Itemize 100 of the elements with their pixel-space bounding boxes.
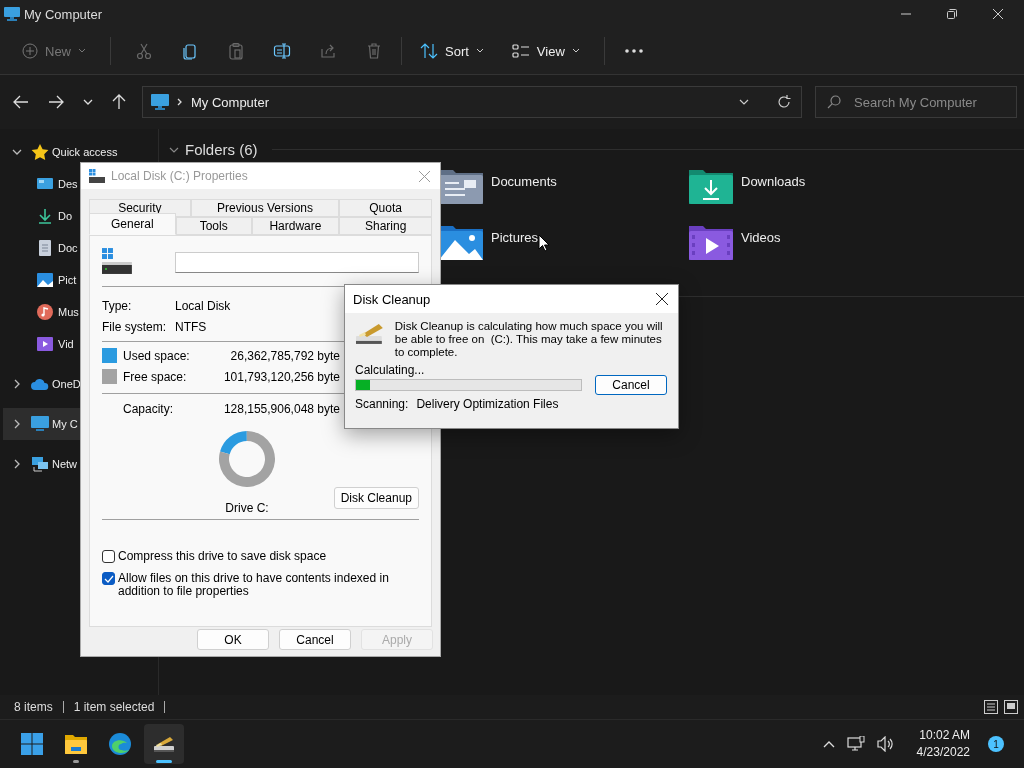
chevron-down-icon[interactable] [739,99,749,105]
sidebar-item[interactable]: Quick access [52,146,118,158]
name-field[interactable] [174,251,419,273]
field-label: File system: [102,319,167,334]
tab[interactable]: Previous Versions [190,199,340,217]
search-icon [827,95,841,109]
folder-icon[interactable] [689,224,733,260]
desktop-icon [37,176,53,192]
checkbox-label[interactable]: Compress this drive to save disk space [118,550,327,563]
tab[interactable]: Hardware [251,217,340,235]
folder-name[interactable]: Documents [491,174,557,189]
sidebar-item[interactable]: Des [58,178,78,190]
close-icon[interactable] [656,293,668,305]
share-icon [319,42,337,60]
drive-icon [89,169,105,183]
scanning-label: Scanning: [355,397,409,411]
clock-time[interactable]: 10:02 AM [919,727,970,744]
checkbox[interactable] [102,572,115,585]
cancel-button[interactable]: Cancel [595,375,667,395]
folder-icon[interactable] [439,224,483,260]
chevron-right-icon[interactable] [12,379,22,389]
back-icon[interactable] [13,95,29,109]
picture-icon [37,272,53,288]
monitor-icon [31,416,49,432]
chevron-up-icon[interactable] [822,740,835,748]
field-value: 128,155,906,048 byte [223,401,340,416]
chevron-right-icon [177,98,183,106]
forward-icon[interactable] [48,95,64,109]
folder-icon[interactable] [689,168,733,204]
collapse-icon[interactable] [169,146,179,153]
folder-icon[interactable] [439,168,483,204]
dialog-title: Disk Cleanup [353,291,431,307]
clipboard-icon [227,42,245,60]
drive-icon [102,248,132,276]
field-label: Used space: [123,348,191,363]
monitor-icon [4,7,20,21]
sidebar-item[interactable]: Pict [58,274,77,286]
field-value: 101,793,120,256 byte [223,369,340,384]
sidebar-item[interactable]: Mus [58,306,79,318]
tab[interactable]: General [89,213,176,235]
sidebar-item[interactable]: Netw [52,458,78,470]
sidebar-item[interactable]: Vid [58,338,74,350]
chevron-down-icon[interactable] [12,147,22,157]
document-icon [37,240,53,256]
sort-icon [420,43,438,59]
sort-button[interactable]: Sort [412,37,492,65]
field-label: Capacity: [123,401,175,416]
ok-button[interactable]: OK [197,629,269,650]
checkbox[interactable] [102,550,115,563]
folder-icon [64,732,88,756]
volume-icon[interactable] [876,736,895,752]
tab[interactable]: Quota [339,199,432,217]
caret-icon [571,48,580,54]
sidebar-item[interactable]: Do [58,210,73,222]
disk-cleanup-button[interactable] [144,724,184,764]
chevron-right-icon[interactable] [12,419,22,429]
view-icon [511,44,530,58]
more-icon[interactable] [624,49,643,53]
tiles-view-icon[interactable] [1004,700,1018,714]
folder-name[interactable]: Videos [741,230,781,245]
music-icon [37,304,53,320]
browser-icon [108,732,132,756]
scanning-item: Delivery Optimization Files [416,397,559,411]
sidebar-item[interactable]: Doc [58,242,78,254]
dialog-message: Disk Cleanup is calculating how much space you will be able to free on (C:). This may take a few minutes to complete. [394,320,664,359]
tab[interactable]: Tools [175,217,252,235]
notification-badge[interactable]: 1 [988,736,1004,752]
folder-name[interactable]: Downloads [741,174,806,189]
caret-icon [475,48,484,54]
field-value: Local Disk [175,298,231,313]
address-path: My Computer [191,94,270,110]
item-count: 8 items [14,700,53,714]
star-icon [31,144,49,160]
network-icon[interactable] [846,736,865,752]
cancel-button[interactable]: Cancel [279,629,351,650]
chevron-right-icon[interactable] [12,459,22,469]
rename-icon [273,42,291,60]
checkmark-icon [103,574,114,583]
monitor-icon [151,94,169,110]
trash-icon [365,42,383,60]
section-heading: Folders (6) [185,141,258,158]
restore-icon[interactable] [946,8,958,20]
up-icon[interactable] [112,94,126,110]
view-button[interactable]: View [503,37,588,65]
refresh-icon[interactable] [777,95,791,109]
progress-status: Calculating... [355,363,426,377]
clock-date[interactable]: 4/23/2022 [916,744,970,761]
checkbox-label[interactable]: Allow files on this drive to have contents indexed in addition to file properties [118,572,419,598]
folder-name[interactable]: Pictures [491,230,538,245]
tab[interactable]: Sharing [339,217,432,235]
disk-cleanup-button[interactable]: Disk Cleanup [333,487,419,509]
network-icon [31,456,49,472]
field-label: Type: [102,298,133,313]
details-view-icon[interactable] [984,700,998,714]
sidebar-item[interactable]: OneD [52,378,81,390]
sidebar-item[interactable]: My C [52,418,78,430]
address-bar[interactable]: My Computer [142,86,802,118]
search-field[interactable]: Search My Computer [815,86,1017,118]
plus-icon [22,43,38,59]
selection-count: 1 item selected [73,700,155,714]
